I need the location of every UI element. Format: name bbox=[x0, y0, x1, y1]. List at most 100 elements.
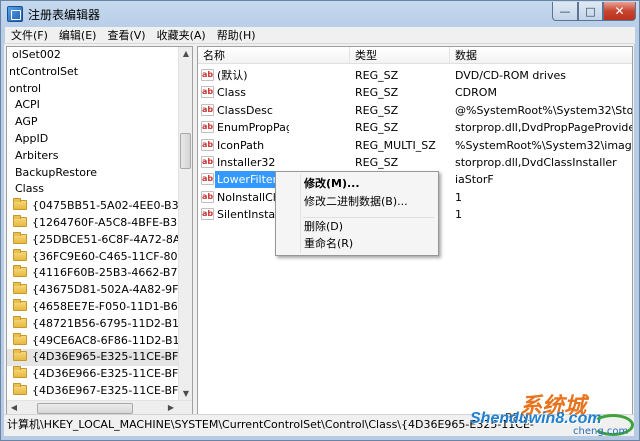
folder-icon bbox=[13, 299, 27, 311]
value-type: REG_SZ bbox=[355, 69, 399, 82]
tree-item[interactable]: {48721B56-6795-11D2-B1A8-C bbox=[7, 315, 180, 333]
folder-icon bbox=[13, 282, 27, 295]
string-value-icon: ab bbox=[201, 173, 214, 186]
registry-value-row[interactable]: ab IconPath REG_MULTI_SZ %SystemRoot%\Syste… bbox=[198, 137, 632, 154]
tree-item[interactable]: olSet002 bbox=[7, 47, 180, 64]
tree-item[interactable]: AGP bbox=[7, 114, 180, 131]
tree-item[interactable]: {4D36E967-E325-11CE-BFC1-C bbox=[7, 383, 180, 400]
maximize-button[interactable]: □ bbox=[578, 2, 603, 21]
value-data: 1 bbox=[455, 208, 462, 222]
value-name: Installer32 bbox=[217, 156, 276, 169]
value-name: Class bbox=[217, 86, 246, 100]
status-bar: 计算机\HKEY_LOCAL_MACHINE\SYSTEM\CurrentCon… bbox=[4, 414, 634, 436]
string-value-icon: ab bbox=[201, 190, 214, 203]
menu-favorites[interactable]: 收藏夹(A) bbox=[151, 27, 211, 44]
value-name: ClassDesc bbox=[217, 103, 273, 117]
column-header-type[interactable]: 类型 bbox=[350, 47, 450, 64]
tree-item[interactable]: ontrol bbox=[7, 81, 180, 98]
tree-item-label: {0475BB51-5A02-4EE0-B36C-2 bbox=[32, 199, 180, 213]
tree-hscroll-thumb[interactable] bbox=[37, 403, 133, 414]
value-data: DVD/CD-ROM drives bbox=[455, 69, 566, 82]
tree-item[interactable]: {36FC9E60-C465-11CF-8056-4 bbox=[7, 248, 180, 266]
tree-scroll-thumb[interactable] bbox=[180, 133, 191, 169]
column-header-name[interactable]: 名称 bbox=[198, 47, 350, 64]
folder-icon bbox=[13, 231, 27, 244]
folder-icon bbox=[13, 315, 27, 328]
tree-item[interactable]: ACPI bbox=[7, 97, 180, 114]
column-header-data[interactable]: 数据 bbox=[450, 47, 632, 64]
folder-icon bbox=[13, 366, 27, 379]
tree-item[interactable]: Arbiters bbox=[7, 148, 180, 165]
tree-item[interactable]: {4116F60B-25B3-4662-B732-9 bbox=[7, 265, 180, 282]
folder-icon bbox=[13, 332, 27, 345]
registry-value-row[interactable]: ab Installer32 REG_SZ storprop.dll,DvdClass… bbox=[198, 154, 632, 171]
folder-icon bbox=[13, 383, 27, 395]
tree-item[interactable]: BackupRestore bbox=[7, 165, 180, 182]
tree-item[interactable]: {4D36E965-E325-11CE-BFC1-C bbox=[7, 349, 180, 367]
tree-item-label: {43675D81-502A-4A82-9F84-B bbox=[32, 283, 180, 297]
menu-file[interactable]: 文件(F) bbox=[5, 27, 53, 44]
string-value-icon: ab bbox=[201, 138, 214, 151]
tree-item[interactable]: {43675D81-502A-4A82-9F84-B bbox=[7, 282, 180, 299]
value-type: REG_MULTI_SZ bbox=[355, 138, 436, 152]
scroll-right-icon[interactable]: ▶ bbox=[164, 401, 178, 415]
tree-vertical-scrollbar[interactable]: ▲ ▼ bbox=[178, 47, 192, 401]
value-name: SilentInstall bbox=[217, 208, 282, 222]
menu-view[interactable]: 查看(V) bbox=[101, 27, 150, 44]
menu-item-delete[interactable]: 删除(D) bbox=[304, 219, 343, 235]
minimize-button[interactable]: — bbox=[552, 2, 578, 21]
tree-item[interactable]: Class bbox=[7, 181, 180, 198]
tree-item[interactable]: ntControlSet bbox=[7, 64, 180, 81]
menu-help[interactable]: 帮助(H) bbox=[211, 27, 261, 44]
registry-value-row[interactable]: ab ClassDesc REG_SZ @%SystemRoot%\System32\… bbox=[198, 102, 632, 119]
tree-item-label: {25DBCE51-6C8F-4A72-8A6D- bbox=[32, 232, 180, 246]
registry-value-row[interactable]: ab Class REG_SZ CDROM bbox=[198, 84, 632, 101]
values-list-header: 名称 类型 数据 bbox=[198, 47, 632, 64]
menu-item-modify-binary[interactable]: 修改二进制数据(B)... bbox=[304, 194, 408, 210]
folder-icon bbox=[13, 248, 27, 261]
tree-item[interactable]: AppID bbox=[7, 131, 180, 148]
tree-item-label: {4D36E966-E325-11CE-BFC1-C bbox=[32, 367, 180, 381]
tree-item[interactable]: {49CE6AC8-6F86-11D2-B1E5-C bbox=[7, 332, 180, 350]
menu-item-modify[interactable]: 修改(M)... bbox=[304, 176, 360, 192]
string-value-icon: ab bbox=[201, 208, 214, 221]
tree-item-label: {4658EE7E-F050-11D1-B6BD-C bbox=[32, 300, 180, 313]
watermark-fragment: BRN bbox=[505, 411, 529, 424]
value-name: LowerFilters bbox=[215, 171, 279, 189]
tree-item-label: {36FC9E60-C465-11CF-8056-4 bbox=[32, 249, 180, 263]
menu-item-rename[interactable]: 重命名(R) bbox=[304, 236, 353, 252]
window-title: 注册表编辑器 bbox=[28, 8, 101, 22]
value-data: iaStorF bbox=[455, 173, 494, 187]
string-value-icon: ab bbox=[201, 121, 214, 134]
menu-bar: 文件(F) 编辑(E) 查看(V) 收藏夹(A) 帮助(H) bbox=[5, 27, 635, 44]
registry-editor-icon bbox=[7, 6, 23, 22]
tree-item-label: {1264760F-A5C8-4BFE-B314-D bbox=[32, 216, 180, 229]
context-menu-gutter bbox=[300, 174, 301, 253]
tree-item[interactable]: {4658EE7E-F050-11D1-B6BD-C bbox=[7, 299, 180, 316]
scroll-up-icon[interactable]: ▲ bbox=[179, 47, 192, 61]
tree-item[interactable]: {25DBCE51-6C8F-4A72-8A6D- bbox=[7, 231, 180, 249]
folder-icon bbox=[13, 265, 27, 278]
tree-item[interactable]: {4D36E966-E325-11CE-BFC1-C bbox=[7, 366, 180, 383]
scroll-left-icon[interactable]: ◀ bbox=[7, 401, 21, 415]
tree-item-label: {48721B56-6795-11D2-B1A8-C bbox=[32, 316, 180, 330]
tree-item-label: {49CE6AC8-6F86-11D2-B1E5-C bbox=[32, 333, 180, 347]
value-type: REG_SZ bbox=[355, 86, 399, 100]
value-name: (默认) bbox=[217, 69, 248, 82]
folder-icon bbox=[13, 215, 27, 227]
close-button[interactable]: ✕ bbox=[603, 2, 636, 21]
scroll-down-icon[interactable]: ▼ bbox=[179, 387, 192, 401]
registry-value-row[interactable]: ab (默认) REG_SZ DVD/CD-ROM drives bbox=[198, 67, 632, 84]
tree-item-label: Arbiters bbox=[15, 148, 59, 162]
folder-icon bbox=[13, 198, 27, 211]
folder-icon bbox=[13, 349, 27, 362]
registry-tree: olSet002 ntControlSet ontrol ACPI AGP AppID Ar… bbox=[6, 46, 193, 416]
tree-item[interactable]: {0475BB51-5A02-4EE0-B36C-2 bbox=[7, 198, 180, 215]
title-bar[interactable]: 注册表编辑器 — □ ✕ bbox=[1, 1, 639, 27]
registry-value-row[interactable]: abEnumPropPages32 REG_SZ storprop.dll,DvdP… bbox=[198, 119, 632, 136]
tree-item[interactable]: {1264760F-A5C8-4BFE-B314-D bbox=[7, 215, 180, 232]
string-value-icon: ab bbox=[201, 103, 214, 116]
tree-horizontal-scrollbar[interactable]: ◀ ▶ bbox=[7, 400, 192, 415]
value-name: IconPath bbox=[217, 138, 265, 152]
menu-edit[interactable]: 编辑(E) bbox=[53, 27, 102, 44]
